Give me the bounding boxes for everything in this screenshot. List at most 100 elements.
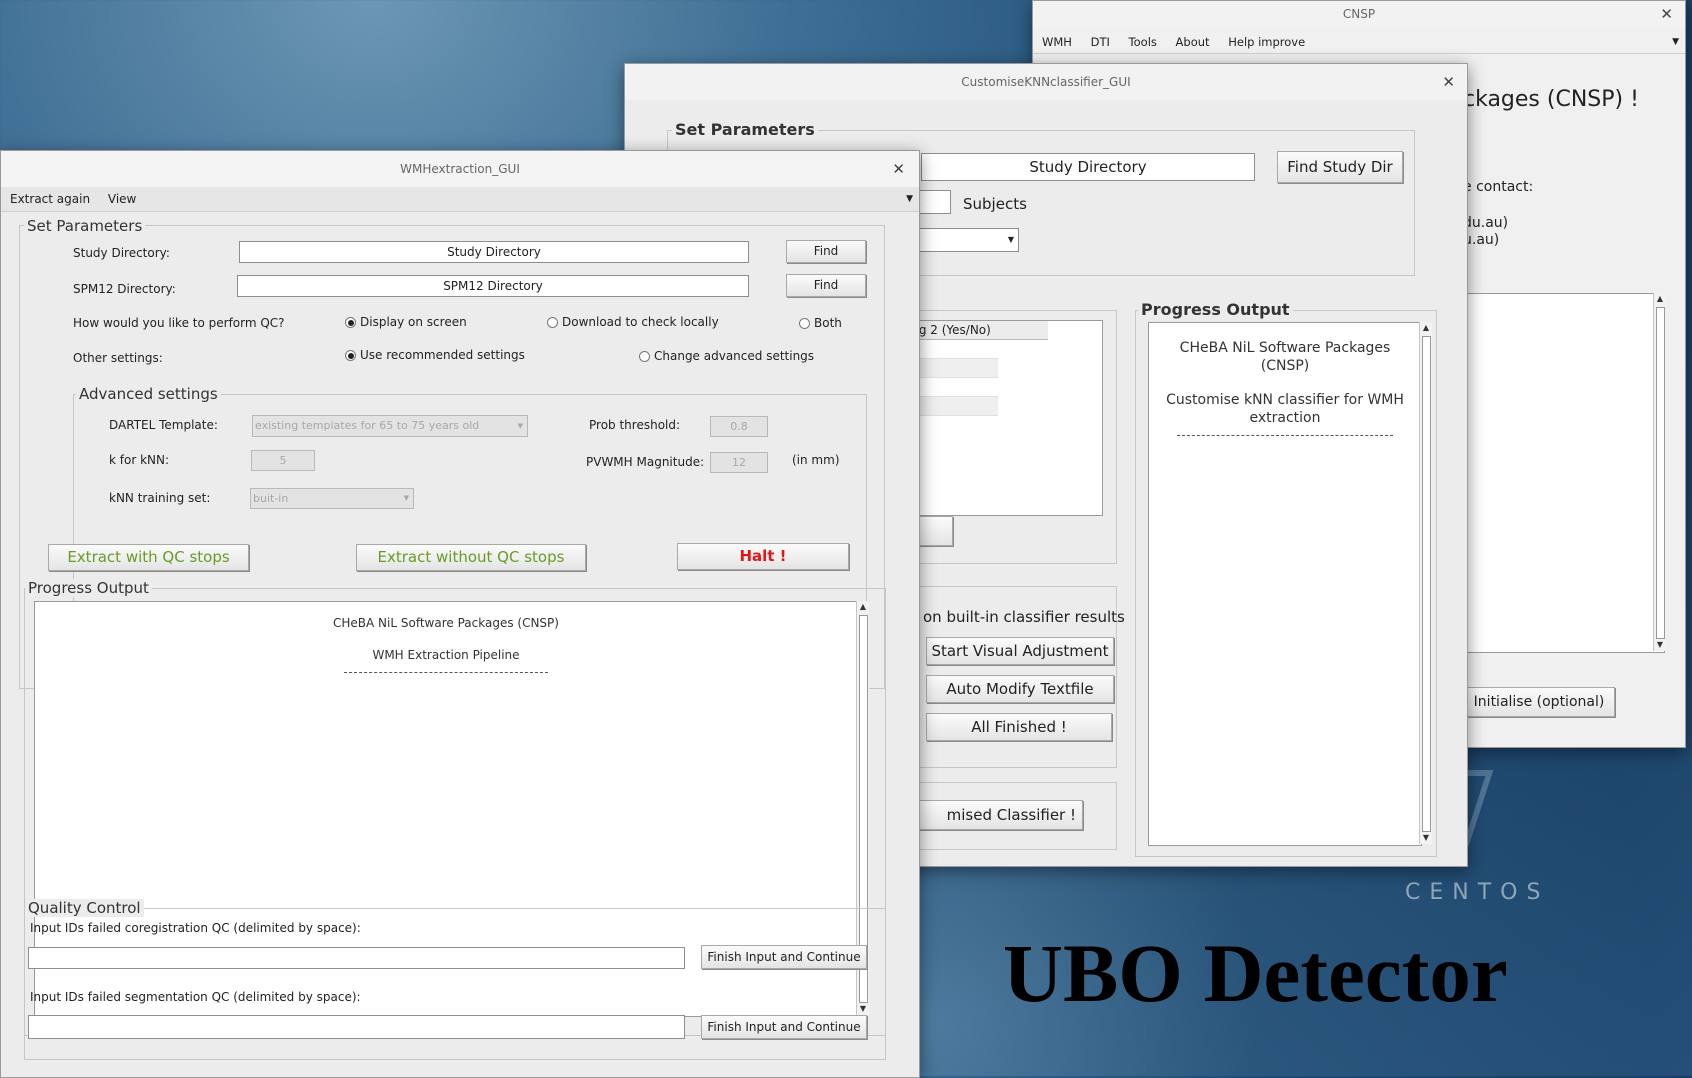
pvwmh-magnitude-label: PVWMH Magnitude:	[586, 455, 705, 469]
cnsp-scrollbar[interactable]: ▲ ▼	[1653, 293, 1666, 651]
knn-scrollbar[interactable]: ▲ ▼	[1419, 322, 1432, 844]
centos-text: CENTOS	[1405, 880, 1550, 905]
subjects-label: Subjects	[963, 195, 1027, 213]
extract-with-qc-button[interactable]: Extract with QC stops	[48, 544, 249, 571]
extract-without-qc-button[interactable]: Extract without QC stops	[356, 544, 586, 571]
coregistration-qc-input[interactable]	[28, 947, 685, 969]
auto-modify-textfile-button[interactable]: Auto Modify Textfile	[926, 675, 1114, 703]
segmentation-qc-label: Input IDs failed segmentation QC (delimi…	[30, 990, 361, 1004]
find-spm12-button[interactable]: Find	[786, 274, 866, 297]
cnsp-title: CNSP	[1342, 7, 1376, 21]
radio-recommended-settings[interactable]	[345, 350, 356, 361]
cnsp-titlebar: CNSP ✕	[1033, 1, 1685, 27]
k-for-knn-label: k for kNN:	[109, 453, 170, 467]
radio-display-on-screen[interactable]	[345, 317, 356, 328]
radio-both[interactable]	[799, 318, 810, 329]
knn-progress-output-box: CHeBA NiL Software Packages (CNSP) Custo…	[1148, 322, 1422, 846]
k-for-knn-field: 5	[251, 450, 315, 471]
chevron-down-icon: ▼	[1007, 235, 1014, 244]
scroll-up-icon[interactable]: ▲	[857, 601, 869, 613]
pvwmh-magnitude-field: 12	[710, 452, 768, 473]
wmh-progress-title: Progress Output	[25, 579, 152, 597]
download-locally-label: Download to check locally	[562, 315, 719, 329]
study-directory-field[interactable]: Study Directory	[239, 241, 749, 263]
quality-control-title: Quality Control	[25, 899, 144, 917]
wmh-progress-line-2: WMH Extraction Pipeline	[372, 648, 520, 662]
initialise-button[interactable]: Initialise (optional)	[1463, 687, 1615, 717]
knn-title: CustomiseKNNclassifier_GUI	[961, 75, 1131, 89]
wmh-progress-line-1: CHeBA NiL Software Packages (CNSP)	[333, 616, 559, 630]
find-study-dir-button[interactable]: Find Study Dir	[1277, 151, 1403, 183]
wmh-title: WMHextraction_GUI	[400, 162, 520, 176]
menu-tools[interactable]: Tools	[1129, 35, 1157, 49]
close-icon[interactable]: ✕	[1660, 1, 1673, 27]
wmh-menubar: Extract again View ▼	[1, 187, 919, 212]
display-on-screen-label: Display on screen	[360, 315, 467, 329]
knn-progress-line-1: CHeBA NiL Software Packages (CNSP)	[1179, 340, 1391, 374]
knn-set-parameters-title: Set Parameters	[672, 120, 818, 139]
cnsp-menubar: WMH DTI Tools About Help improve ▼	[1033, 31, 1685, 54]
both-label: Both	[814, 316, 842, 330]
cnsp-contact-label: e contact:	[1463, 179, 1534, 195]
scroll-up-icon[interactable]: ▲	[1420, 322, 1432, 334]
dartel-template-label: DARTEL Template:	[109, 418, 218, 432]
knn-training-set-value: buit-in	[253, 492, 289, 505]
cnsp-email-2: u.au)	[1463, 232, 1500, 248]
study-directory-label: Study Directory:	[73, 246, 170, 260]
prob-threshold-field: 0.8	[710, 416, 768, 437]
finish-segmentation-button[interactable]: Finish Input and Continue	[701, 1015, 867, 1039]
pvwmh-unit-label: (in mm)	[792, 453, 840, 467]
radio-advanced-settings[interactable]	[639, 351, 650, 362]
wmh-titlebar: WMHextraction_GUI ✕	[1, 151, 919, 188]
advanced-settings-option-label: Change advanced settings	[654, 349, 815, 363]
advanced-settings-title: Advanced settings	[76, 385, 221, 403]
qc-question-label: How would you like to perform QC?	[73, 316, 285, 330]
prob-threshold-label: Prob threshold:	[589, 418, 681, 432]
menu-view[interactable]: View	[108, 192, 136, 206]
spm12-directory-label: SPM12 Directory:	[73, 282, 176, 296]
scroll-down-icon[interactable]: ▼	[1420, 832, 1432, 844]
recommended-settings-label: Use recommended settings	[360, 348, 525, 362]
knn-progress-divider	[1177, 435, 1393, 436]
close-icon[interactable]: ✕	[892, 151, 905, 187]
ubo-detector-banner: UBO Detector	[1003, 927, 1508, 1019]
all-finished-button[interactable]: All Finished !	[926, 713, 1112, 741]
scroll-up-icon[interactable]: ▲	[1654, 293, 1666, 305]
knn-progress-title: Progress Output	[1138, 300, 1293, 319]
menu-help-improve[interactable]: Help improve	[1228, 35, 1305, 49]
wmh-set-parameters-title: Set Parameters	[24, 217, 146, 235]
menu-wmh[interactable]: WMH	[1042, 35, 1072, 49]
wmh-window: WMHextraction_GUI ✕ Extract again View ▼…	[0, 150, 920, 1078]
menu-about[interactable]: About	[1176, 35, 1210, 49]
chevron-down-icon[interactable]: ▼	[906, 187, 913, 211]
other-settings-label: Other settings:	[73, 351, 163, 365]
cnsp-welcome-text: ckages (CNSP) !	[1463, 87, 1639, 112]
dartel-template-value: existing templates for 65 to 75 years ol…	[255, 419, 480, 432]
wmh-progress-divider	[344, 672, 548, 673]
knn-dropdown[interactable]: ) ▼	[907, 228, 1019, 252]
knn-titlebar: CustomiseKNNclassifier_GUI ✕	[625, 64, 1467, 100]
finish-coregistration-button[interactable]: Finish Input and Continue	[701, 945, 867, 969]
segmentation-qc-input[interactable]	[28, 1015, 685, 1039]
cnsp-output-box	[1463, 293, 1665, 653]
knn-training-set-dropdown: buit-in ▼	[250, 488, 414, 509]
knn-training-set-label: kNN training set:	[109, 491, 211, 505]
menu-extract-again[interactable]: Extract again	[10, 192, 90, 206]
start-visual-adjustment-button[interactable]: Start Visual Adjustment	[926, 637, 1114, 665]
coregistration-qc-label: Input IDs failed coregistration QC (deli…	[30, 921, 361, 935]
dartel-template-dropdown: existing templates for 65 to 75 years ol…	[252, 415, 528, 437]
chevron-down-icon: ▼	[403, 494, 409, 502]
close-icon[interactable]: ✕	[1442, 64, 1455, 100]
menu-dti[interactable]: DTI	[1091, 35, 1110, 49]
chevron-down-icon[interactable]: ▼	[1672, 31, 1679, 53]
builtin-classifier-label: on built-in classifier results	[923, 608, 1125, 626]
knn-progress-line-2: Customise kNN classifier for WMH extract…	[1166, 392, 1404, 426]
scroll-down-icon[interactable]: ▼	[1654, 639, 1666, 651]
radio-download-locally[interactable]	[547, 317, 558, 328]
spm12-directory-field[interactable]: SPM12 Directory	[237, 275, 749, 297]
halt-button[interactable]: Halt !	[677, 543, 849, 570]
knn-study-directory-field[interactable]: Study Directory	[921, 153, 1255, 181]
cnsp-email-1: du.au)	[1463, 215, 1509, 231]
find-study-dir-button[interactable]: Find	[786, 240, 866, 263]
chevron-down-icon: ▼	[517, 422, 523, 430]
